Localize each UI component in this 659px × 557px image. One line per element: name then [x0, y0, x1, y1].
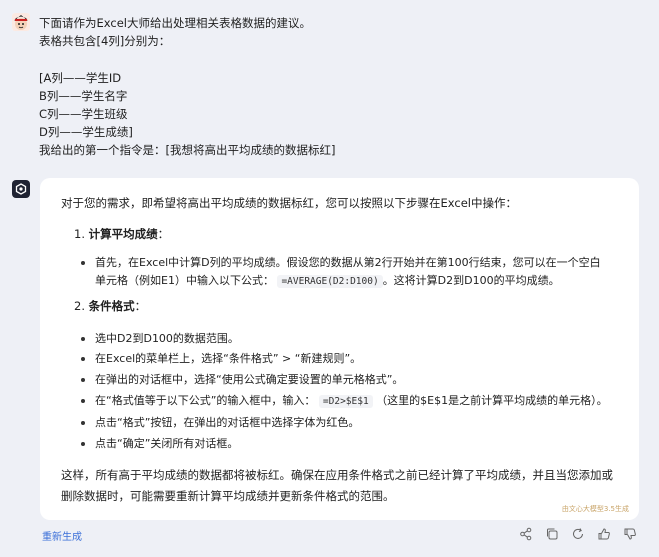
- step-1-title: 1. 计算平均成绩：: [74, 225, 169, 243]
- step-colon: ：: [134, 299, 147, 313]
- user-message-line: 表格共包含[4列]分别为：: [39, 34, 171, 49]
- thumbs-down-icon[interactable]: [623, 527, 637, 541]
- user-message-line: C列——学生班级: [39, 107, 128, 121]
- step-2-title: 2. 条件格式：: [74, 297, 146, 315]
- share-icon[interactable]: [519, 527, 533, 541]
- list-item: 在弹出的对话框中，选择“使用公式确定要设置的单元格格式”。: [81, 371, 615, 389]
- step-number: 2.: [74, 299, 85, 313]
- user-message-line: 下面请作为Excel大师给出处理相关表格数据的建议。: [39, 16, 311, 30]
- list-item: 点击“格式”按钮，在弹出的对话框中选择字体为红色。: [81, 414, 615, 432]
- message-actions: [519, 527, 637, 541]
- list-item-text: （这里的$E$1是之前计算平均成绩的单元格）。: [376, 394, 608, 407]
- list-item: 选中D2到D100的数据范围。: [81, 330, 615, 348]
- refresh-icon[interactable]: [571, 527, 585, 541]
- formula-code: =AVERAGE(D2:D100): [277, 275, 383, 288]
- user-message-line: [A列——学生ID: [39, 70, 122, 85]
- user-message-line: D列——学生成绩]: [39, 125, 133, 140]
- formula-code: =D2>$E$1: [318, 395, 373, 408]
- thumbs-up-icon[interactable]: [597, 527, 611, 541]
- assistant-logo-icon: [12, 180, 30, 198]
- list-item: 在“格式值等于以下公式”的输入框中，输入： =D2>$E$1 （这里的$E$1是…: [81, 392, 615, 411]
- user-message-line: 我给出的第一个指令是：[我想将高出平均成绩的数据标红]: [39, 143, 336, 158]
- list-item-text: 首先，在Excel中计算D列的平均成绩。假设您的数据从第2行开始并在第100行结…: [95, 256, 601, 269]
- step-title-text: 计算平均成绩: [88, 227, 158, 241]
- list-item: 在Excel的菜单栏上，选择“条件格式” > “新建规则”。: [81, 350, 615, 368]
- user-message: 下面请作为Excel大师给出处理相关表格数据的建议。 表格共包含[4列]分别为：…: [39, 14, 639, 160]
- user-avatar: [12, 13, 30, 31]
- assistant-answer-card: 对于您的需求，即希望将高出平均成绩的数据标红，您可以按照以下步骤在Excel中操…: [40, 178, 639, 520]
- list-item-text: 单元格（例如E1）中输入以下公式：: [95, 274, 274, 287]
- answer-conclusion: 这样，所有高于平均成绩的数据都将被标红。确保在应用条件格式之前已经计算了平均成绩…: [61, 468, 613, 503]
- user-message-line: B列——学生名字: [39, 88, 128, 103]
- list-item: 点击“确定”关闭所有对话框。: [81, 435, 615, 453]
- watermark: 由文心大模型3.5生成: [561, 505, 629, 513]
- regenerate-label: 重新生成: [42, 532, 82, 543]
- step-colon: ：: [157, 227, 170, 241]
- list-item: 首先，在Excel中计算D列的平均成绩。假设您的数据从第2行开始并在第100行结…: [81, 254, 615, 291]
- regenerate-button[interactable]: 重新生成: [42, 528, 82, 543]
- copy-icon[interactable]: [545, 527, 559, 541]
- user-message-line: [39, 50, 639, 68]
- step-number: 1.: [74, 227, 85, 241]
- step-title-text: 条件格式: [88, 299, 135, 313]
- list-item-text: 。这将计算D2到D100的平均成绩。: [382, 274, 560, 287]
- list-item-text: 在“格式值等于以下公式”的输入框中，输入：: [95, 394, 316, 407]
- answer-intro: 对于您的需求，即希望将高出平均成绩的数据标红，您可以按照以下步骤在Excel中操…: [61, 196, 517, 210]
